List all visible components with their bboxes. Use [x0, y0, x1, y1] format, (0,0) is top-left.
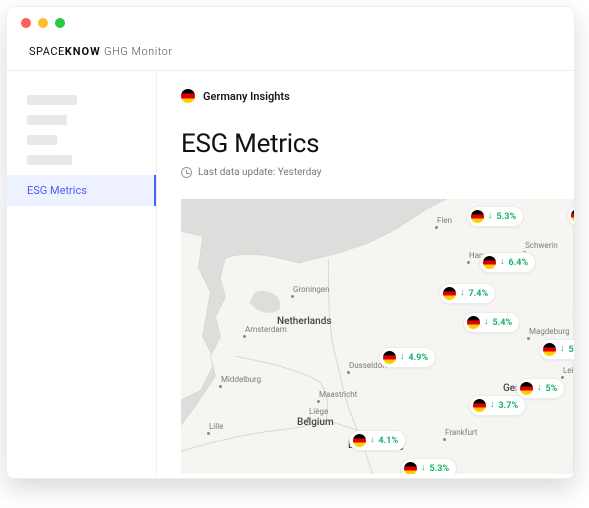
germany-flag-icon	[467, 316, 480, 329]
metric-value: 5.3%	[430, 464, 450, 474]
country-label: Netherlands	[277, 316, 332, 327]
titlebar	[7, 7, 574, 39]
arrow-down-icon: ↓	[488, 212, 493, 221]
city-label: Frankfurt	[445, 428, 477, 437]
arrow-down-icon: ↓	[560, 345, 565, 354]
city-label: Groningen	[293, 285, 330, 294]
sidebar-item-placeholder	[27, 115, 67, 125]
germany-flag-icon	[571, 209, 574, 222]
city-dot	[317, 400, 320, 403]
metric-pill[interactable]: ↓ 5.3%	[539, 339, 574, 360]
city-dot	[307, 417, 310, 420]
metric-pill[interactable]	[573, 303, 574, 324]
sidebar-item-placeholder	[27, 155, 72, 165]
germany-flag-icon	[383, 351, 396, 364]
germany-flag-icon	[520, 382, 533, 395]
metric-value: 4.9%	[409, 353, 429, 363]
metric-pill[interactable]: ↓ 6.4%	[479, 252, 536, 273]
city-label: Liège	[309, 407, 328, 416]
main-content: Germany Insights ESG Metrics Last data u…	[157, 71, 574, 474]
city-dot	[467, 261, 470, 264]
breadcrumb-label: Germany Insights	[203, 90, 290, 103]
sidebar: ESG Metrics	[7, 71, 157, 474]
metric-pill[interactable]: ↓ 4.1%	[349, 430, 406, 451]
brand-product: GHG Monitor	[104, 45, 173, 58]
germany-flag-icon	[353, 434, 366, 447]
metric-value: 5.3%	[497, 212, 517, 222]
last-updated-text: Last data update: Yesterday	[198, 167, 321, 178]
metric-value: 3.7%	[499, 401, 519, 411]
arrow-down-icon: ↓	[460, 289, 465, 298]
app-window: SPACEKNOW GHG Monitor ESG Metrics German…	[6, 6, 575, 479]
city-label: Schwerin	[525, 241, 558, 250]
sidebar-item-placeholder	[27, 135, 57, 145]
city-dot	[347, 371, 350, 374]
metric-value: 5.3%	[569, 345, 575, 355]
metric-pill[interactable]: ↓ 5%	[516, 378, 565, 399]
arrow-down-icon: ↓	[537, 384, 542, 393]
arrow-down-icon: ↓	[484, 318, 489, 327]
metric-pill[interactable]	[567, 205, 574, 226]
brand-first: SPACE	[29, 45, 65, 58]
metric-pill[interactable]: ↓ 5.3%	[400, 458, 457, 474]
city-dot	[291, 295, 294, 298]
country-label: Belgium	[297, 417, 334, 428]
brand-second: KNOW	[65, 45, 101, 58]
window-close-button[interactable]	[21, 18, 31, 28]
metric-value: 5%	[546, 384, 558, 394]
metric-pill[interactable]: ↓ 5.4%	[463, 312, 520, 333]
metric-value: 6.4%	[509, 258, 529, 268]
city-label: Flen	[437, 216, 452, 225]
city-label: Amsterdam	[245, 325, 287, 334]
city-label: Magdeburg	[529, 327, 570, 336]
map-overlay: NetherlandsBelgiumLuxembourgGerrGroninge…	[181, 199, 574, 474]
window-zoom-button[interactable]	[55, 18, 65, 28]
arrow-down-icon: ↓	[421, 464, 426, 473]
metric-pill[interactable]: ↓ 3.7%	[469, 395, 526, 416]
page-title: ESG Metrics	[181, 129, 574, 159]
city-label: Middelburg	[221, 375, 261, 384]
last-updated: Last data update: Yesterday	[181, 167, 574, 178]
germany-flag-icon	[473, 399, 486, 412]
map[interactable]: NetherlandsBelgiumLuxembourgGerrGroninge…	[181, 199, 574, 474]
arrow-down-icon: ↓	[500, 258, 505, 267]
city-label: Maastricht	[319, 390, 357, 399]
city-dot	[443, 438, 446, 441]
city-dot	[435, 226, 438, 229]
app-header: SPACEKNOW GHG Monitor	[7, 39, 574, 71]
arrow-down-icon: ↓	[490, 401, 495, 410]
germany-flag-icon	[471, 210, 484, 223]
sidebar-item-esg-metrics[interactable]: ESG Metrics	[7, 175, 156, 206]
clock-icon	[181, 167, 192, 178]
germany-flag-icon	[543, 343, 556, 356]
sidebar-item-label: ESG Metrics	[27, 184, 87, 197]
arrow-down-icon: ↓	[370, 436, 375, 445]
city-dot	[207, 432, 210, 435]
city-dot	[561, 376, 564, 379]
metric-value: 7.4%	[469, 289, 489, 299]
brand: SPACEKNOW GHG Monitor	[29, 45, 552, 58]
metric-value: 4.1%	[379, 436, 399, 446]
window-minimize-button[interactable]	[38, 18, 48, 28]
metric-pill[interactable]: ↓ 4.9%	[379, 347, 436, 368]
metric-value: 5.4%	[493, 318, 513, 328]
city-dot	[243, 335, 246, 338]
city-label: Leip	[563, 366, 574, 375]
germany-flag-icon	[181, 89, 195, 103]
city-dot	[219, 385, 222, 388]
metric-pill[interactable]: ↓ 7.4%	[439, 283, 496, 304]
metric-pill[interactable]: ↓ 5.3%	[467, 206, 524, 227]
arrow-down-icon: ↓	[400, 353, 405, 362]
germany-flag-icon	[483, 256, 496, 269]
germany-flag-icon	[443, 287, 456, 300]
app-body: ESG Metrics Germany Insights ESG Metrics…	[7, 71, 574, 474]
germany-flag-icon	[404, 462, 417, 474]
city-dot	[527, 337, 530, 340]
sidebar-item-placeholder	[27, 95, 77, 105]
breadcrumb: Germany Insights	[181, 89, 574, 103]
city-label: Lille	[209, 422, 223, 431]
